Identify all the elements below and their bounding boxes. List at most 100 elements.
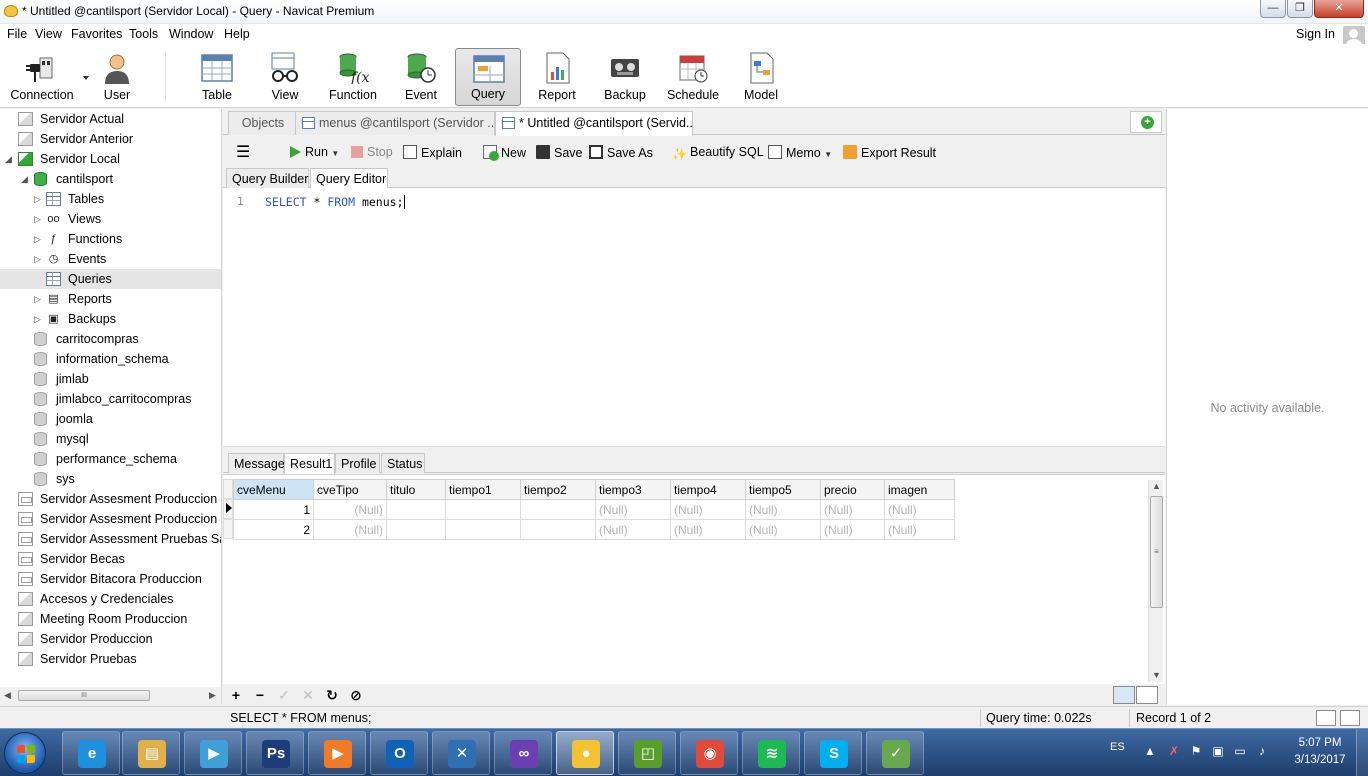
model-button[interactable]: Model xyxy=(728,48,794,106)
start-button[interactable] xyxy=(4,732,46,774)
taskbar-app-button[interactable]: ≋ xyxy=(742,731,800,775)
taskbar-app-button[interactable]: ∞ xyxy=(494,731,552,775)
tab-query-builder[interactable]: Query Builder xyxy=(226,168,309,188)
sidebar-item[interactable]: Servidor Produccion xyxy=(0,629,221,649)
tab-result1[interactable]: Result1 xyxy=(284,453,335,474)
function-button[interactable]: f(x) Function xyxy=(320,48,386,106)
taskbar-app-button[interactable]: S xyxy=(804,731,862,775)
event-button[interactable]: Event xyxy=(388,48,454,106)
table-cell[interactable] xyxy=(445,519,521,540)
tab-message[interactable]: Message xyxy=(228,453,285,473)
table-cell[interactable]: (Null) xyxy=(313,499,387,520)
column-header[interactable]: cveMenu xyxy=(233,479,314,500)
sidebar-item[interactable]: ▷ ◷ Events xyxy=(0,249,221,269)
table-cell[interactable] xyxy=(520,499,596,520)
menu-favorites[interactable]: Favorites xyxy=(71,27,122,41)
menu-window[interactable]: Window xyxy=(169,27,213,41)
sidebar-item[interactable]: Accesos y Credenciales xyxy=(0,589,221,609)
table-cell[interactable]: (Null) xyxy=(313,519,387,540)
scroll-up-icon[interactable]: ▲ xyxy=(1152,481,1161,491)
taskbar-app-button[interactable]: ✓ xyxy=(866,731,924,775)
menu-view[interactable]: View xyxy=(35,27,62,41)
explain-button[interactable]: Explain xyxy=(403,145,462,160)
volume-icon[interactable]: ♪ xyxy=(1254,743,1270,759)
connection-button[interactable]: Connection xyxy=(9,48,89,106)
run-button[interactable]: Run ▼ xyxy=(290,145,339,159)
sidebar-item[interactable]: information_schema xyxy=(0,349,221,369)
sidebar-item[interactable]: ◢ cantilsport xyxy=(0,169,221,189)
tab-menus[interactable]: menus @cantilsport (Servidor ... xyxy=(295,111,495,135)
device-icon[interactable]: ▣ xyxy=(1210,743,1226,759)
user-button[interactable]: User xyxy=(84,48,150,106)
column-header[interactable]: tiempo2 xyxy=(520,479,596,500)
sidebar-item[interactable]: sys xyxy=(0,469,221,489)
sidebar-item[interactable]: performance_schema xyxy=(0,449,221,469)
collapse-arrow-icon[interactable]: ◢ xyxy=(5,154,12,165)
taskbar-app-button[interactable]: Ps xyxy=(246,731,304,775)
clock[interactable]: 5:07 PM 3/13/2017 xyxy=(1280,735,1360,769)
sidebar-item[interactable]: Servidor Bitacora Produccion xyxy=(0,569,221,589)
connection-tree[interactable]: Servidor Actual Servidor Anterior ◢ Servido… xyxy=(0,109,222,687)
tab-profile[interactable]: Profile xyxy=(335,453,380,473)
tab-untitled-query[interactable]: * Untitled @cantilsport (Servid... xyxy=(495,111,693,136)
sidebar-item[interactable]: Servidor Assesment Produccion Ci xyxy=(0,489,221,509)
taskbar-app-button[interactable]: e xyxy=(62,731,120,775)
language-indicator[interactable]: ES xyxy=(1110,741,1125,753)
table-cell[interactable]: (Null) xyxy=(745,499,821,520)
sidebar-item[interactable]: carritocompras xyxy=(0,329,221,349)
discard-changes-icon[interactable]: ✕ xyxy=(299,686,317,704)
report-button[interactable]: Report xyxy=(524,48,590,106)
expand-arrow-icon[interactable]: ▷ xyxy=(34,294,41,305)
table-cell[interactable] xyxy=(386,519,446,540)
layout-split-icon[interactable] xyxy=(1316,710,1336,726)
network-warning-icon[interactable]: ✗ xyxy=(1166,743,1182,759)
export-result-button[interactable]: Export Result xyxy=(843,145,936,160)
show-hidden-icons-icon[interactable]: ▲ xyxy=(1142,743,1158,759)
column-header[interactable]: cveTipo xyxy=(313,479,387,500)
new-tab-button[interactable]: + xyxy=(1130,111,1162,133)
table-row[interactable]: 1 (Null) (Null) (Null) (Null) (Null) (Null) xyxy=(233,499,955,520)
taskbar-app-button[interactable]: ✕ xyxy=(432,731,490,775)
table-cell[interactable] xyxy=(386,499,446,520)
stop-loading-icon[interactable]: ⊘ xyxy=(347,686,365,704)
table-cell[interactable]: (Null) xyxy=(884,519,955,540)
taskbar-app-button[interactable]: ◰ xyxy=(618,731,676,775)
memo-button[interactable]: Memo ▼ xyxy=(768,145,832,160)
table-cell[interactable]: (Null) xyxy=(820,519,885,540)
sidebar-item[interactable]: Servidor Assesment Produccion Sa xyxy=(0,509,221,529)
display-icon[interactable]: ▭ xyxy=(1232,743,1248,759)
expand-arrow-icon[interactable]: ▷ xyxy=(34,214,41,225)
minimize-button[interactable]: — xyxy=(1260,0,1286,18)
scroll-down-icon[interactable]: ▼ xyxy=(1152,670,1161,680)
table-cell[interactable]: (Null) xyxy=(595,499,671,520)
sidebar-item[interactable]: jimlabco_carritocompras xyxy=(0,389,221,409)
form-view-icon[interactable] xyxy=(1136,686,1158,704)
column-header[interactable]: imagen xyxy=(884,479,955,500)
table-cell[interactable]: (Null) xyxy=(884,499,955,520)
table-cell[interactable]: 2 xyxy=(233,519,314,540)
sidebar-item[interactable]: Servidor Actual xyxy=(0,109,221,129)
sign-in-link[interactable]: Sign In xyxy=(1296,27,1335,41)
chevron-down-icon[interactable]: ▼ xyxy=(824,150,832,159)
sidebar-item[interactable]: ◢ Servidor Local xyxy=(0,149,221,169)
refresh-icon[interactable]: ↻ xyxy=(323,686,341,704)
beautify-sql-button[interactable]: ✨ Beautify SQL xyxy=(672,145,764,161)
menu-tools[interactable]: Tools xyxy=(129,27,158,41)
delete-record-icon[interactable]: − xyxy=(251,686,269,704)
taskbar-app-button[interactable]: ◉ xyxy=(680,731,738,775)
action-center-icon[interactable]: ⚑ xyxy=(1188,743,1204,759)
collapse-arrow-icon[interactable]: ◢ xyxy=(21,174,28,185)
sidebar-item[interactable]: Servidor Anterior xyxy=(0,129,221,149)
table-cell[interactable]: (Null) xyxy=(670,519,746,540)
sql-code[interactable]: SELECT * FROM menus; xyxy=(265,195,405,209)
scrollbar-thumb[interactable]: ≡ xyxy=(1150,496,1163,608)
sidebar-item[interactable]: Queries xyxy=(0,269,221,289)
taskbar-app-button[interactable]: ▶ xyxy=(308,731,366,775)
table-cell[interactable] xyxy=(445,499,521,520)
expand-arrow-icon[interactable]: ▷ xyxy=(34,314,41,325)
show-desktop-button[interactable] xyxy=(1356,729,1368,776)
sidebar-item[interactable]: ▷ ƒ Functions xyxy=(0,229,221,249)
column-header[interactable]: precio xyxy=(820,479,885,500)
sidebar-item[interactable]: ▷ oo Views xyxy=(0,209,221,229)
add-record-icon[interactable]: + xyxy=(227,686,245,704)
